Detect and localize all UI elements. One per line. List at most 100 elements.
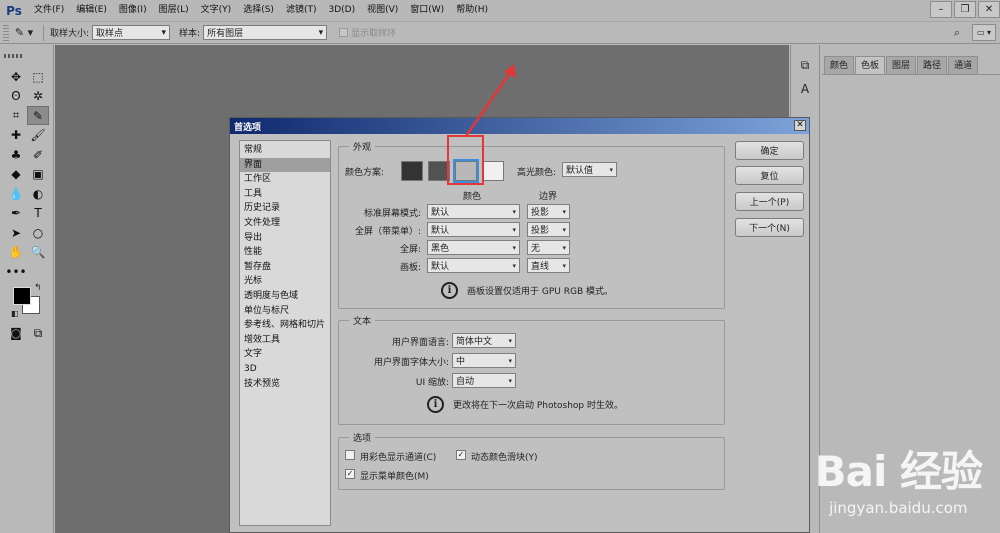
marquee-tool-icon[interactable]: ⬚ (27, 67, 49, 86)
standard-screen-border-select[interactable]: 投影 ▾ (527, 204, 570, 219)
crop-tool-icon[interactable]: ⌗ (5, 106, 27, 125)
tools-panel: ✥ ⬚ ʘ ✲ ⌗ ✎ ✚ 🖌 ♣ ✐ ◆ ▣ 💧 ◐ ✒ T ➤ ○ ✋ 🔍 ••• ↰ ◧ ◙ ⧉ (0, 45, 54, 533)
dodge-tool-icon[interactable]: ◐ (27, 184, 49, 203)
sample-select[interactable]: 所有图层 ▾ (203, 25, 328, 40)
path-selection-tool-icon[interactable]: ➤ (5, 223, 27, 242)
artboard-border-select[interactable]: 直线 ▾ (527, 258, 570, 273)
highlight-color-label: 高光颜色: (517, 168, 557, 178)
dynamic-sliders-checkbox[interactable]: ✓ (456, 450, 466, 460)
show-ring-label: 显示取样环 (351, 29, 397, 39)
gradient-tool-icon[interactable]: ▣ (27, 165, 49, 184)
foreground-color-swatch[interactable] (13, 286, 31, 305)
full-screen-menus-color-select[interactable]: 默认 ▾ (427, 222, 520, 237)
workspace-switcher[interactable]: ▭ ▾ (972, 24, 996, 41)
ui-scaling-select[interactable]: 自动 ▾ (452, 373, 516, 388)
nav-item-transparency[interactable]: 透明度与色域 (240, 289, 330, 304)
zoom-tool-icon[interactable]: 🔍 (27, 243, 49, 262)
tools-panel-header[interactable] (0, 45, 53, 67)
eyedropper-tool-icon[interactable]: ✎ (27, 106, 49, 125)
pen-tool-icon[interactable]: ✒ (5, 204, 27, 223)
scheme-swatch-darkest[interactable] (401, 161, 423, 181)
menu-file[interactable]: 文件(F) (28, 0, 70, 21)
tab-swatches[interactable]: 色板 (855, 56, 886, 74)
color-channels-checkbox[interactable] (345, 450, 355, 460)
close-icon[interactable]: ✕ (794, 120, 806, 131)
type-tool-icon[interactable]: T (27, 204, 49, 223)
options-group: 选项 用彩色显示通道(C) ✓ 动态颜色滑块(Y) ✓ 显示菜单颜色(M) (338, 431, 725, 490)
nav-item-type[interactable]: 文字 (240, 347, 330, 362)
chevron-down-icon: ▾ (318, 27, 324, 38)
nav-item-tech-previews[interactable]: 技术预览 (240, 377, 330, 392)
nav-item-units[interactable]: 单位与标尺 (240, 304, 330, 319)
red-arrow-annotation (464, 64, 516, 137)
full-screen-menus-border-select[interactable]: 投影 ▾ (527, 222, 570, 237)
ellipse-tool-icon[interactable]: ○ (27, 223, 49, 242)
minimize-icon[interactable]: – (930, 1, 952, 18)
nav-item-general[interactable]: 常规 (240, 143, 330, 158)
lasso-tool-icon[interactable]: ʘ (5, 87, 27, 106)
brush-tool-icon[interactable]: 🖌 (27, 126, 49, 145)
ui-language-select[interactable]: 简体中文 ▾ (452, 333, 516, 348)
full-screen-color-select[interactable]: 黑色 ▾ (427, 240, 520, 255)
magic-wand-tool-icon[interactable]: ✲ (27, 87, 49, 106)
tab-color[interactable]: 颜色 (824, 56, 855, 74)
clone-stamp-tool-icon[interactable]: ♣ (5, 145, 27, 164)
next-button[interactable]: 下一个(N) (735, 218, 804, 237)
nav-item-tools[interactable]: 工具 (240, 187, 330, 202)
menu-filter[interactable]: 滤镜(T) (280, 0, 323, 21)
nav-item-performance[interactable]: 性能 (240, 245, 330, 260)
menu-colors-checkbox[interactable]: ✓ (345, 469, 355, 479)
nav-item-history[interactable]: 历史记录 (240, 201, 330, 216)
menu-view[interactable]: 视图(V) (361, 0, 404, 21)
menu-edit[interactable]: 编辑(E) (70, 0, 113, 21)
screen-mode-icon[interactable]: ⧉ (27, 324, 49, 343)
eyedropper-tool-preset-icon[interactable]: ✎ ▾ (9, 26, 39, 39)
eraser-tool-icon[interactable]: ◆ (5, 165, 27, 184)
show-ring-checkbox[interactable] (339, 28, 349, 37)
nav-item-file-handling[interactable]: 文件处理 (240, 216, 330, 231)
menu-window[interactable]: 窗口(W) (404, 0, 450, 21)
highlight-color-select[interactable]: 默认值 ▾ (562, 162, 617, 177)
tab-paths[interactable]: 路径 (917, 56, 948, 74)
menu-image[interactable]: 图像(I) (113, 0, 153, 21)
history-panel-icon[interactable]: ⧉ (792, 55, 818, 75)
search-icon[interactable]: ⌕ (948, 24, 966, 41)
history-brush-tool-icon[interactable]: ✐ (27, 145, 49, 164)
menu-3d[interactable]: 3D(D) (322, 0, 361, 21)
full-screen-border-select[interactable]: 无 ▾ (527, 240, 570, 255)
nav-item-scratch-disks[interactable]: 暂存盘 (240, 260, 330, 275)
close-icon[interactable]: ✕ (978, 1, 1000, 18)
move-tool-icon[interactable]: ✥ (5, 67, 27, 86)
quick-mask-icon[interactable]: ◙ (5, 324, 27, 343)
scheme-swatch-light[interactable] (482, 161, 504, 181)
chevron-down-icon: ▾ (512, 207, 516, 216)
character-panel-icon[interactable]: A (792, 79, 818, 99)
swap-colors-icon[interactable]: ↰ (34, 283, 42, 293)
nav-item-3d[interactable]: 3D (240, 362, 330, 377)
ui-font-size-select[interactable]: 中 ▾ (452, 353, 516, 368)
artboard-color-select[interactable]: 默认 ▾ (427, 258, 520, 273)
reset-button[interactable]: 复位 (735, 166, 804, 185)
blur-tool-icon[interactable]: 💧 (5, 184, 27, 203)
healing-brush-tool-icon[interactable]: ✚ (5, 126, 27, 145)
tab-layers[interactable]: 图层 (886, 56, 917, 74)
nav-item-plugins[interactable]: 增效工具 (240, 333, 330, 348)
menu-help[interactable]: 帮助(H) (450, 0, 494, 21)
nav-item-cursors[interactable]: 光标 (240, 274, 330, 289)
sample-size-select[interactable]: 取样点 ▾ (92, 25, 171, 40)
restore-icon[interactable]: ❐ (954, 1, 976, 18)
ok-button[interactable]: 确定 (735, 141, 804, 160)
menu-layer[interactable]: 图层(L) (153, 0, 195, 21)
nav-item-export[interactable]: 导出 (240, 231, 330, 246)
hand-tool-icon[interactable]: ✋ (5, 243, 27, 262)
standard-screen-color-select[interactable]: 默认 ▾ (427, 204, 520, 219)
more-tools-icon[interactable]: ••• (5, 262, 27, 281)
menu-type[interactable]: 文字(Y) (195, 0, 238, 21)
nav-item-workspace[interactable]: 工作区 (240, 172, 330, 187)
nav-item-interface[interactable]: 界面 (240, 157, 330, 173)
nav-item-guides[interactable]: 参考线、网格和切片 (240, 318, 330, 333)
menu-select[interactable]: 选择(S) (237, 0, 280, 21)
default-colors-icon[interactable]: ◧ (11, 309, 19, 318)
tab-channels[interactable]: 通道 (948, 56, 979, 74)
previous-button[interactable]: 上一个(P) (735, 192, 804, 211)
